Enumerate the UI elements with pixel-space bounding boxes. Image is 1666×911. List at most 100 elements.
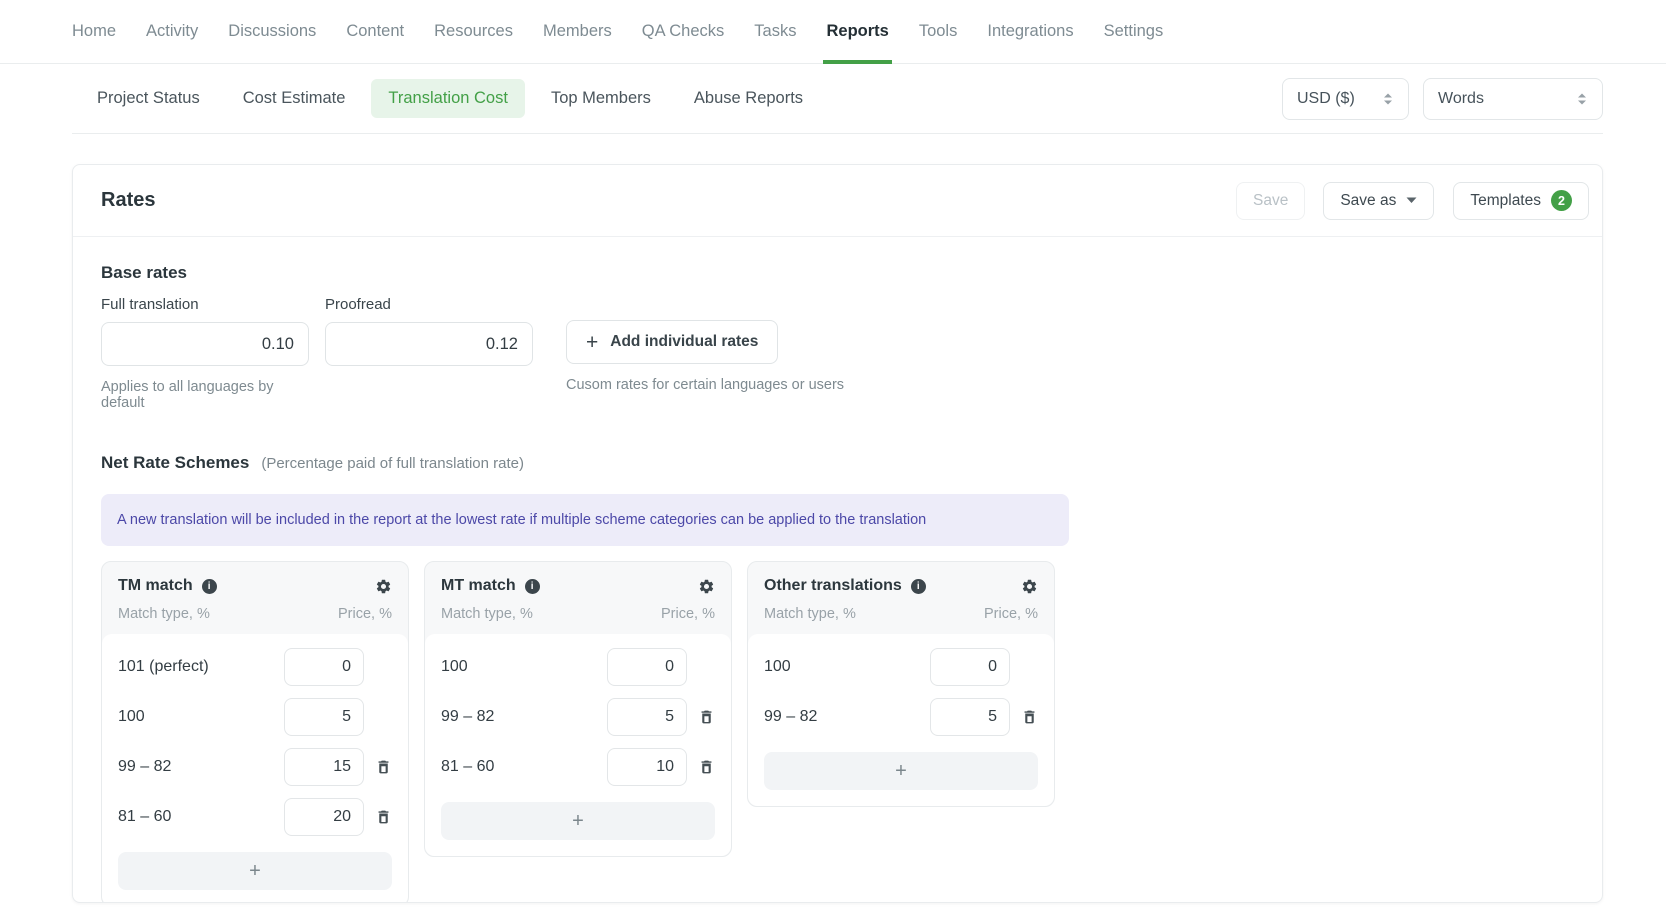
rates-card: Rates Save Save as Templates 2 Base rate… <box>72 164 1603 903</box>
nav-item-content[interactable]: Content <box>346 0 404 63</box>
match-type-label: 99 – 82 <box>764 708 930 726</box>
scheme-columns-header: Match type, % Price, % <box>425 595 731 634</box>
tab-translation-cost[interactable]: Translation Cost <box>371 79 525 118</box>
currency-select[interactable]: USD ($) <box>1282 78 1409 120</box>
save-as-label: Save as <box>1340 192 1396 210</box>
nav-item-qa-checks[interactable]: QA Checks <box>642 0 725 63</box>
add-rate-row-button[interactable]: + <box>441 802 715 840</box>
match-type-label: 99 – 82 <box>118 758 284 776</box>
trash-icon <box>698 708 715 726</box>
match-type-column-header: Match type, % <box>441 606 533 622</box>
top-navigation: Home Activity Discussions Content Resources M… <box>0 0 1666 64</box>
price-column-header: Price, % <box>661 606 715 622</box>
proofread-input[interactable] <box>325 322 533 366</box>
scheme-card-header: TM match i <box>102 562 408 595</box>
price-input[interactable] <box>607 698 687 736</box>
tab-cost-estimate[interactable]: Cost Estimate <box>226 79 363 118</box>
scheme-columns-header: Match type, % Price, % <box>102 595 408 634</box>
nav-item-resources[interactable]: Resources <box>434 0 513 63</box>
scheme-settings-button[interactable] <box>1021 578 1038 595</box>
delete-row-button[interactable] <box>1021 708 1038 726</box>
report-unit-select-value: Words <box>1438 90 1484 108</box>
plus-icon: + <box>586 332 598 353</box>
reports-subnav: Project StatusCost EstimateTranslation C… <box>72 64 1603 134</box>
lowest-rate-info-banner: A new translation will be included in th… <box>101 494 1069 546</box>
nav-item-reports[interactable]: Reports <box>826 0 888 63</box>
match-type-label: 99 – 82 <box>441 708 607 726</box>
trash-icon <box>698 758 715 776</box>
scheme-card-header: Other translations i <box>748 562 1054 595</box>
nav-item-home[interactable]: Home <box>72 0 116 63</box>
net-rate-schemes-subtitle: (Percentage paid of full translation rat… <box>261 455 524 472</box>
nav-item-discussions[interactable]: Discussions <box>228 0 316 63</box>
add-rate-row-button[interactable]: + <box>118 852 392 890</box>
scheme-card-mt-match: MT match i Match type, % Price, % 100 99… <box>424 561 732 857</box>
rate-row: 101 (perfect) <box>118 648 392 686</box>
tab-top-members[interactable]: Top Members <box>534 79 668 118</box>
nav-item-settings[interactable]: Settings <box>1104 0 1164 63</box>
scheme-rows: 100 99 – 82 + <box>748 634 1054 806</box>
chevron-up-down-icon <box>1576 92 1588 106</box>
rate-row: 81 – 60 <box>118 798 392 836</box>
individual-rates-column: + Add individual rates Cusom rates for c… <box>566 296 844 411</box>
rate-row: 100 <box>764 648 1038 686</box>
scheme-rows: 100 99 – 82 81 – 60 + <box>425 634 731 856</box>
nav-item-tools[interactable]: Tools <box>919 0 958 63</box>
delete-row-button[interactable] <box>375 758 392 776</box>
scheme-columns-header: Match type, % Price, % <box>748 595 1054 634</box>
match-type-label: 100 <box>764 658 930 676</box>
nav-item-activity[interactable]: Activity <box>146 0 198 63</box>
trash-icon <box>1021 708 1038 726</box>
full-translation-field: Full translation Applies to all language… <box>101 296 309 411</box>
rate-row: 99 – 82 <box>118 748 392 786</box>
scheme-settings-button[interactable] <box>375 578 392 595</box>
price-input[interactable] <box>284 698 364 736</box>
gear-icon <box>1021 578 1038 595</box>
info-icon[interactable]: i <box>202 579 217 594</box>
delete-row-button[interactable] <box>375 808 392 826</box>
add-rate-row-button[interactable]: + <box>764 752 1038 790</box>
report-unit-select[interactable]: Words <box>1423 78 1603 120</box>
templates-button[interactable]: Templates 2 <box>1453 182 1589 220</box>
match-type-label: 81 – 60 <box>441 758 607 776</box>
templates-label: Templates <box>1470 192 1541 210</box>
price-input[interactable] <box>284 798 364 836</box>
scheme-rows: 101 (perfect) 100 99 – 82 81 – 60 + <box>102 634 408 903</box>
base-rates-heading: Base rates <box>101 263 1574 283</box>
scheme-cards-row: TM match i Match type, % Price, % 101 (p… <box>101 561 1574 903</box>
scheme-title: Other translations <box>764 577 902 595</box>
full-translation-hint: Applies to all languages by default <box>101 379 309 411</box>
rate-row: 99 – 82 <box>764 698 1038 736</box>
price-input[interactable] <box>930 698 1010 736</box>
save-as-button[interactable]: Save as <box>1323 182 1434 220</box>
price-input[interactable] <box>930 648 1010 686</box>
price-column-header: Price, % <box>984 606 1038 622</box>
price-input[interactable] <box>284 748 364 786</box>
info-icon[interactable]: i <box>525 579 540 594</box>
page-title: Rates <box>101 189 155 212</box>
add-individual-rates-label: Add individual rates <box>610 333 758 351</box>
price-input[interactable] <box>284 648 364 686</box>
info-icon[interactable]: i <box>911 579 926 594</box>
price-column-header: Price, % <box>338 606 392 622</box>
save-button[interactable]: Save <box>1236 182 1305 220</box>
price-input[interactable] <box>607 748 687 786</box>
scheme-settings-button[interactable] <box>698 578 715 595</box>
nav-item-integrations[interactable]: Integrations <box>987 0 1073 63</box>
nav-item-members[interactable]: Members <box>543 0 612 63</box>
delete-row-button[interactable] <box>698 758 715 776</box>
delete-row-button[interactable] <box>698 708 715 726</box>
tab-project-status[interactable]: Project Status <box>80 79 217 118</box>
price-input[interactable] <box>607 648 687 686</box>
trash-icon <box>375 808 392 826</box>
tab-abuse-reports[interactable]: Abuse Reports <box>677 79 820 118</box>
nav-item-tasks[interactable]: Tasks <box>754 0 796 63</box>
match-type-label: 81 – 60 <box>118 808 284 826</box>
full-translation-input[interactable] <box>101 322 309 366</box>
currency-select-value: USD ($) <box>1297 90 1355 108</box>
add-individual-rates-button[interactable]: + Add individual rates <box>566 320 778 364</box>
rate-row: 81 – 60 <box>441 748 715 786</box>
scheme-card-other-translations: Other translations i Match type, % Price… <box>747 561 1055 807</box>
trash-icon <box>375 758 392 776</box>
scheme-card-header: MT match i <box>425 562 731 595</box>
